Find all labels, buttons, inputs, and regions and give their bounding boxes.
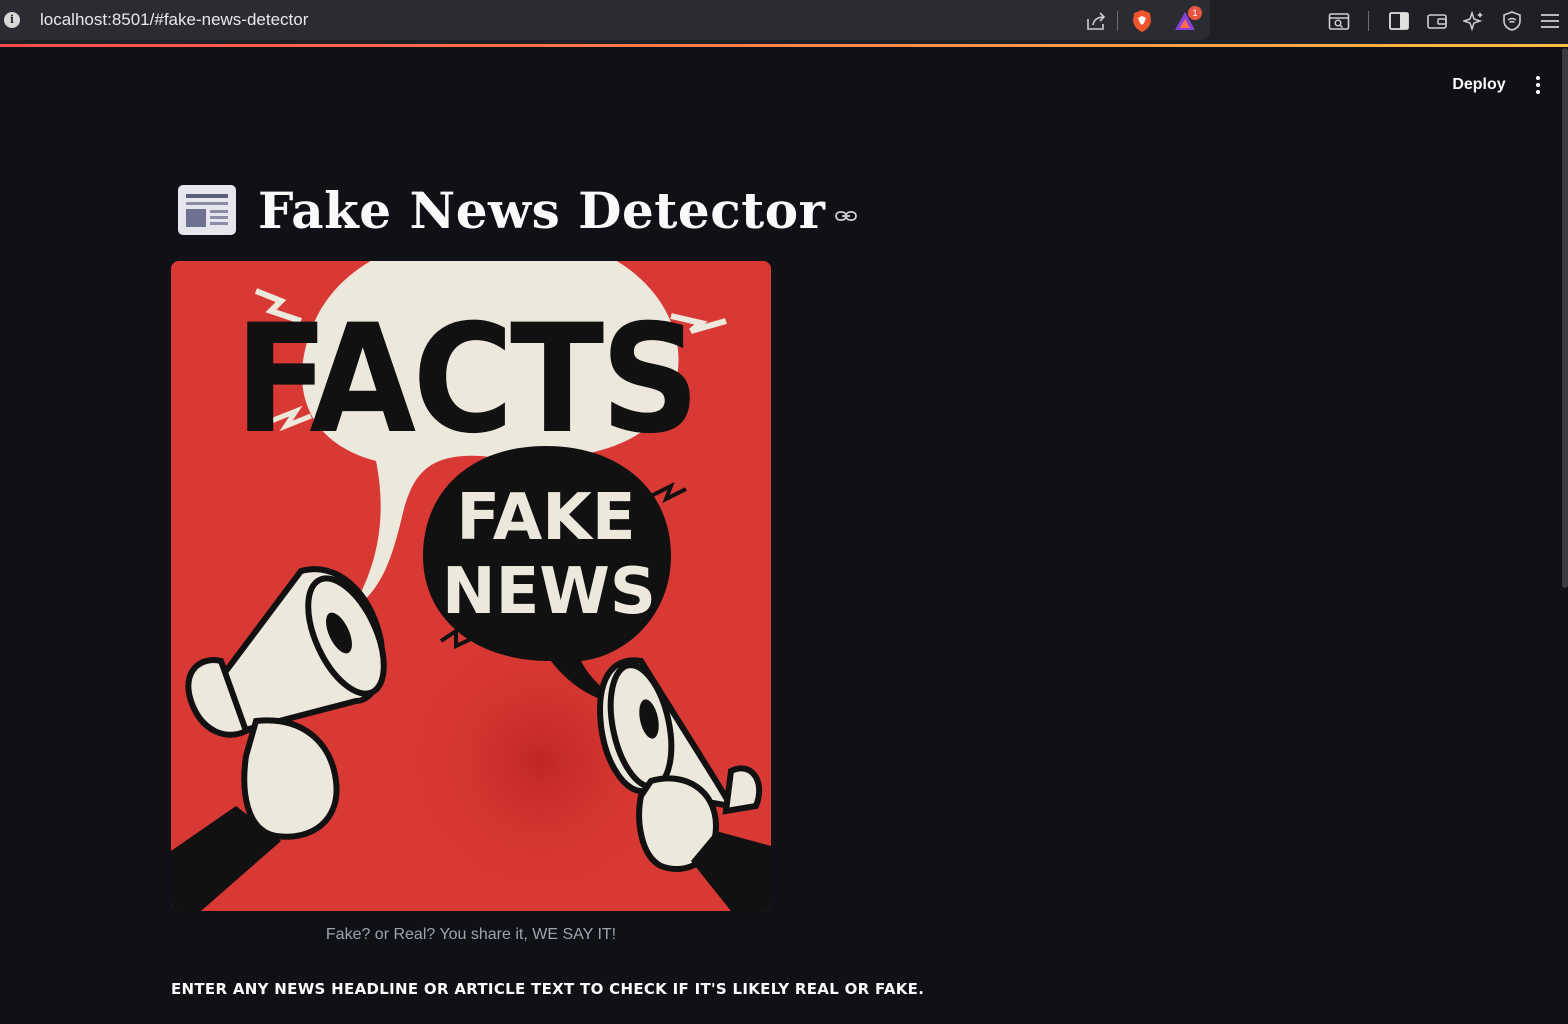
newspaper-icon bbox=[178, 185, 236, 235]
rewards-badge: 1 bbox=[1188, 6, 1202, 20]
main-menu-icon[interactable] bbox=[1528, 72, 1548, 98]
facts-fake-news-image: FACTS FAKE NEWS bbox=[171, 261, 771, 911]
vpn-icon[interactable] bbox=[1499, 8, 1525, 34]
address-bar[interactable]: i localhost:8501/#fake-news-detector 1 bbox=[0, 0, 1210, 40]
sidebar-icon[interactable] bbox=[1386, 8, 1412, 34]
app-decoration-bar bbox=[0, 44, 1568, 47]
leo-ai-icon[interactable] bbox=[1461, 8, 1487, 34]
image-caption: Fake? or Real? You share it, WE SAY IT! bbox=[325, 926, 617, 943]
page-scrollbar[interactable] bbox=[1562, 48, 1568, 588]
share-icon[interactable] bbox=[1083, 8, 1109, 34]
anchor-link-icon[interactable] bbox=[835, 209, 858, 223]
instruction-text: ENTER ANY NEWS HEADLINE OR ARTICLE TEXT … bbox=[171, 980, 925, 998]
browser-toolbar: i localhost:8501/#fake-news-detector 1 bbox=[0, 0, 1568, 46]
menu-icon[interactable] bbox=[1537, 8, 1563, 34]
brave-shield-icon[interactable] bbox=[1129, 8, 1155, 34]
fake-text: FAKE bbox=[456, 481, 635, 555]
reader-mode-icon[interactable] bbox=[1326, 8, 1352, 34]
page-title: Fake News Detector bbox=[258, 180, 826, 240]
site-info-icon[interactable]: i bbox=[4, 12, 20, 28]
news-text: NEWS bbox=[442, 555, 656, 629]
url-text[interactable]: localhost:8501/#fake-news-detector bbox=[40, 10, 308, 30]
wallet-icon[interactable] bbox=[1424, 8, 1450, 34]
page-title-row: Fake News Detector bbox=[178, 180, 858, 240]
deploy-button[interactable]: Deploy bbox=[1438, 70, 1520, 100]
facts-text: FACTS bbox=[235, 292, 697, 467]
